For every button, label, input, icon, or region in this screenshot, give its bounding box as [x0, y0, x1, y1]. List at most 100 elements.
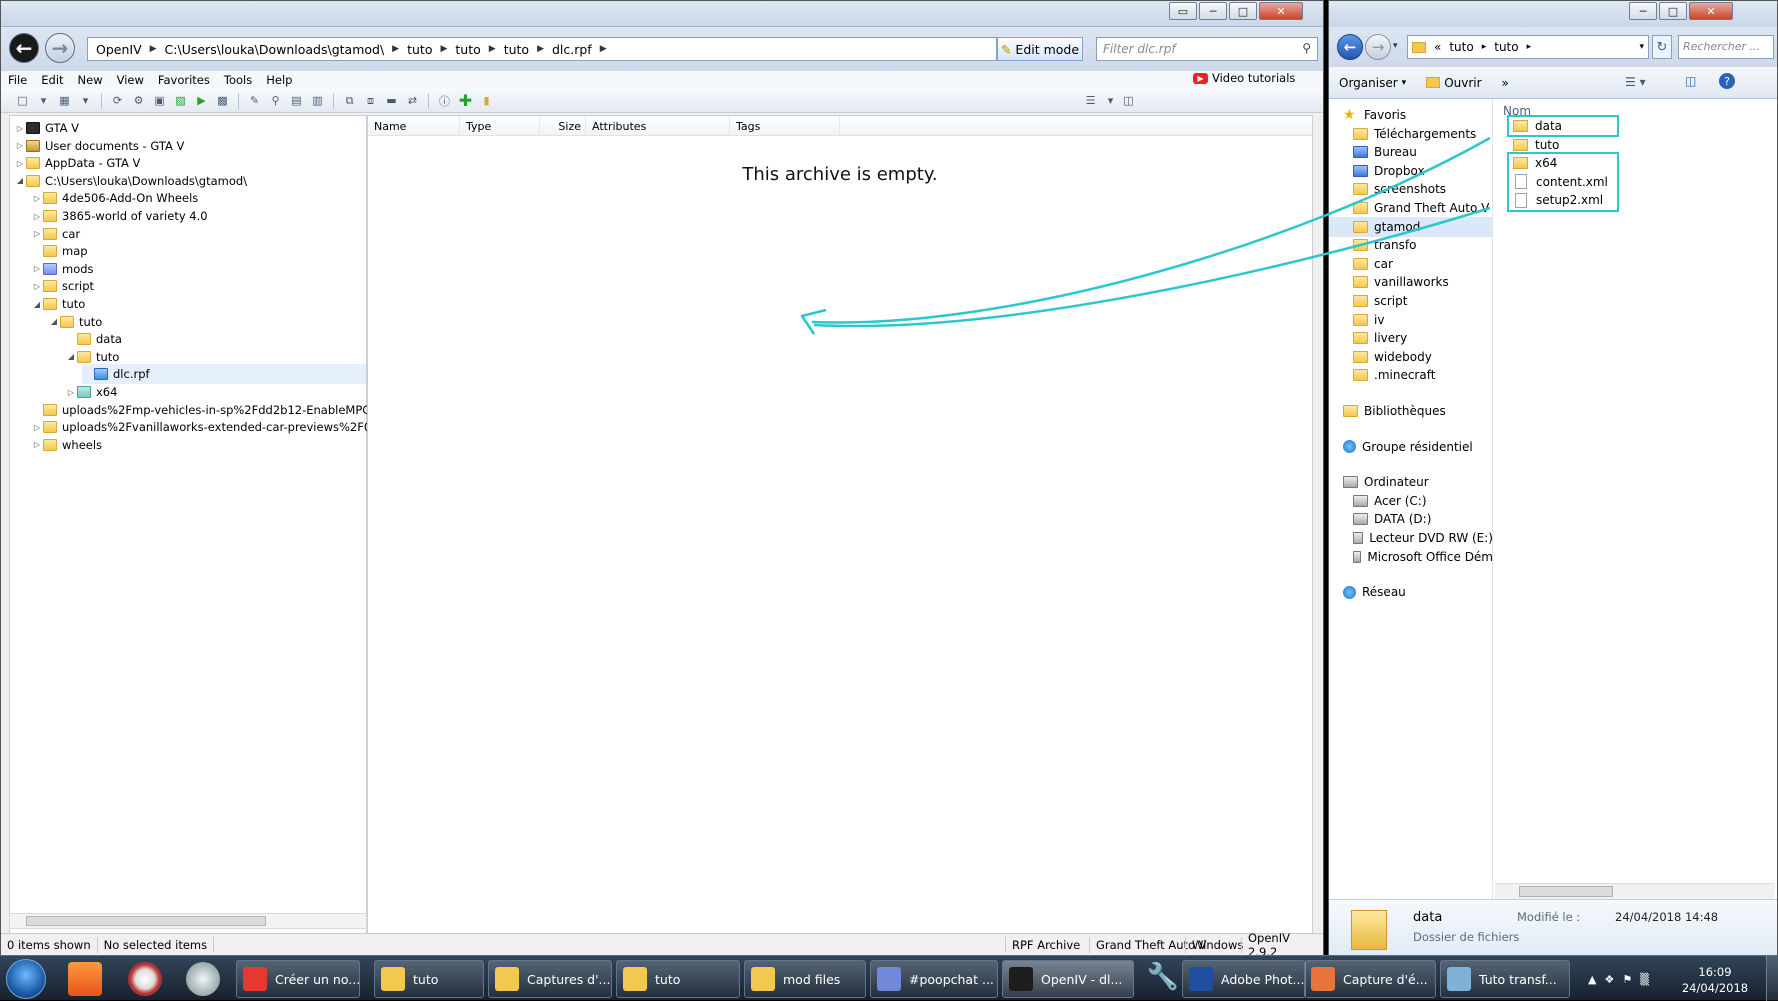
wrench-icon[interactable]: 🔧 [1146, 962, 1180, 996]
nav-item[interactable]: widebody [1329, 347, 1493, 367]
dropbox-icon[interactable]: ❖ [1604, 973, 1614, 986]
expand-arrow-icon[interactable]: ▷ [65, 388, 77, 397]
nav-item[interactable]: car [1329, 254, 1493, 274]
show-desktop-button[interactable] [1766, 956, 1778, 1001]
start-button[interactable] [6, 959, 46, 999]
scrollbar-thumb[interactable] [1519, 886, 1613, 897]
column-type[interactable]: Type [460, 116, 540, 136]
expand-arrow-icon[interactable]: ▷ [14, 124, 26, 133]
menu-view[interactable]: View [110, 73, 151, 87]
nav-item[interactable]: Réseau [1329, 582, 1493, 602]
restore-layout-icon[interactable]: ▭ [1169, 2, 1197, 20]
forward-button[interactable]: → [45, 33, 75, 63]
taskbar-button[interactable]: Adobe Phot... [1182, 960, 1306, 998]
breadcrumb-tuto-1[interactable]: tuto [1449, 40, 1473, 54]
search-icon[interactable]: ⚲ [1302, 41, 1311, 55]
collapse-arrow-icon[interactable]: ◢ [31, 300, 43, 309]
edit-icon[interactable]: ✎ [245, 92, 264, 110]
expand-arrow-icon[interactable]: ▷ [14, 159, 26, 168]
recent-pages-dropdown-icon[interactable]: ▾ [1393, 41, 1398, 51]
nav-item[interactable]: vanillaworks [1329, 272, 1493, 292]
tree-item[interactable]: dlc.rpf [82, 364, 366, 385]
open-button[interactable]: Ouvrir [1416, 76, 1491, 90]
nav-item[interactable]: gtamod [1329, 216, 1493, 237]
media-player-icon[interactable] [186, 962, 220, 996]
nav-item[interactable]: screenshots [1329, 179, 1493, 199]
openiv-title-bar[interactable]: ▭ ─ □ ✕ [1, 1, 1323, 27]
nav-item[interactable]: Acer (C:) [1329, 491, 1493, 511]
model-icon[interactable]: ▧ [171, 92, 190, 110]
nav-item[interactable]: Groupe résidentiel [1329, 437, 1493, 457]
explorer-file-list[interactable]: Nom data tuto x64 content.xml setup2.xml [1495, 99, 1777, 889]
taskbar-button[interactable]: tuto [616, 960, 740, 998]
breadcrumb-root[interactable]: OpenIV [88, 42, 150, 57]
show-hidden-icons-icon[interactable]: ▲ [1588, 973, 1596, 986]
collapse-arrow-icon[interactable]: ◢ [14, 176, 26, 185]
nav-item[interactable]: Grand Theft Auto V [1329, 198, 1493, 218]
minimize-button[interactable]: ─ [1199, 2, 1227, 20]
address-dropdown-icon[interactable]: ▾ [1639, 42, 1644, 52]
refresh-icon[interactable]: ↻ [1652, 35, 1672, 59]
view-dropdown-icon[interactable]: ▾ [1101, 92, 1120, 110]
new-file-icon[interactable]: □ [13, 92, 32, 110]
nav-item[interactable]: ★ Favoris [1329, 105, 1493, 125]
replace-icon[interactable]: ⇄ [403, 92, 422, 110]
expand-arrow-icon[interactable]: ▷ [31, 264, 43, 273]
close-button[interactable]: ✕ [1689, 2, 1733, 20]
expand-arrow-icon[interactable]: ▷ [31, 212, 43, 221]
web-browser-icon[interactable] [128, 962, 162, 996]
taskbar-button[interactable]: mod files [744, 960, 866, 998]
preview-pane-icon[interactable]: ◫ [1119, 92, 1138, 110]
network-signal-icon[interactable]: ▒ [1640, 973, 1648, 986]
nav-item[interactable]: transfo [1329, 235, 1493, 255]
explorer-address-bar[interactable]: « tuto ▸ tuto ▸ ▾ [1407, 35, 1649, 59]
menu-edit[interactable]: Edit [34, 73, 70, 87]
address-bar[interactable]: OpenIV ▶ C:\Users\louka\Downloads\gtamod\… [87, 37, 997, 61]
nav-item[interactable]: DATA (D:) [1329, 509, 1493, 529]
nav-item[interactable]: Bureau [1329, 142, 1493, 162]
expand-arrow-icon[interactable]: ▷ [31, 282, 43, 291]
tree-item[interactable]: ▷ wheels [31, 435, 102, 455]
expand-arrow-icon[interactable]: ▷ [31, 229, 43, 238]
dropdown-icon[interactable]: ▾ [76, 92, 95, 110]
taskbar-button[interactable]: #poopchat ... [870, 960, 998, 998]
edit-mode-button[interactable]: ✎ Edit mode [997, 37, 1083, 61]
copy-icon[interactable]: ⧉ [340, 92, 359, 110]
breadcrumb-tuto-2[interactable]: tuto [447, 42, 488, 57]
nav-item[interactable]: Bibliothèques [1329, 401, 1493, 421]
minimize-button[interactable]: ─ [1629, 2, 1657, 20]
breadcrumb-separator-icon[interactable]: ▸ [1482, 42, 1487, 52]
menu-file[interactable]: File [1, 73, 34, 87]
add-icon[interactable]: ✚ [456, 91, 475, 110]
app-launcher-icon[interactable] [68, 962, 102, 996]
navigation-pane[interactable]: ★ Favoris Téléchargements Bureau Dropbox scre… [1329, 99, 1493, 899]
clock[interactable]: 16:09 24/04/2018 [1680, 964, 1750, 996]
menu-help[interactable]: Help [259, 73, 299, 87]
dropdown-icon[interactable]: ▾ [34, 92, 53, 110]
nav-item[interactable]: Dropbox [1329, 161, 1493, 181]
collapse-arrow-icon[interactable]: ◢ [48, 317, 60, 326]
menu-favorites[interactable]: Favorites [151, 73, 217, 87]
text-editor-icon[interactable]: ▤ [287, 92, 306, 110]
preview-pane-icon[interactable]: ◫ [1685, 74, 1696, 88]
rename-icon[interactable]: ▬ [382, 92, 401, 110]
taskbar-button[interactable]: Capture d'é... [1304, 960, 1436, 998]
view-mode-icon[interactable]: ☰ [1081, 92, 1100, 110]
breadcrumb-gtamod[interactable]: C:\Users\louka\Downloads\gtamod\ [157, 42, 393, 57]
breadcrumb-tuto-3[interactable]: tuto [496, 42, 537, 57]
nav-item[interactable]: Ordinateur [1329, 472, 1493, 492]
nav-item[interactable]: script [1329, 291, 1493, 311]
export-icon[interactable]: ▩ [213, 92, 232, 110]
expand-arrow-icon[interactable]: ▷ [31, 440, 43, 449]
scrollbar-thumb[interactable] [26, 916, 266, 926]
breadcrumb-tuto-2[interactable]: tuto [1494, 40, 1518, 54]
nav-item[interactable]: iv [1329, 310, 1493, 330]
breadcrumb-dlc-rpf[interactable]: dlc.rpf [544, 42, 600, 57]
address-overflow[interactable]: « [1434, 40, 1441, 54]
forward-button[interactable]: → [1365, 34, 1391, 60]
menu-tools[interactable]: Tools [217, 73, 259, 87]
taskbar-button[interactable]: Tuto transf... [1440, 960, 1570, 998]
taskbar-button[interactable]: Créer un no... [236, 960, 360, 998]
column-name[interactable]: Name [368, 116, 460, 136]
video-tutorials-link[interactable]: ▶ Video tutorials [1193, 71, 1295, 85]
